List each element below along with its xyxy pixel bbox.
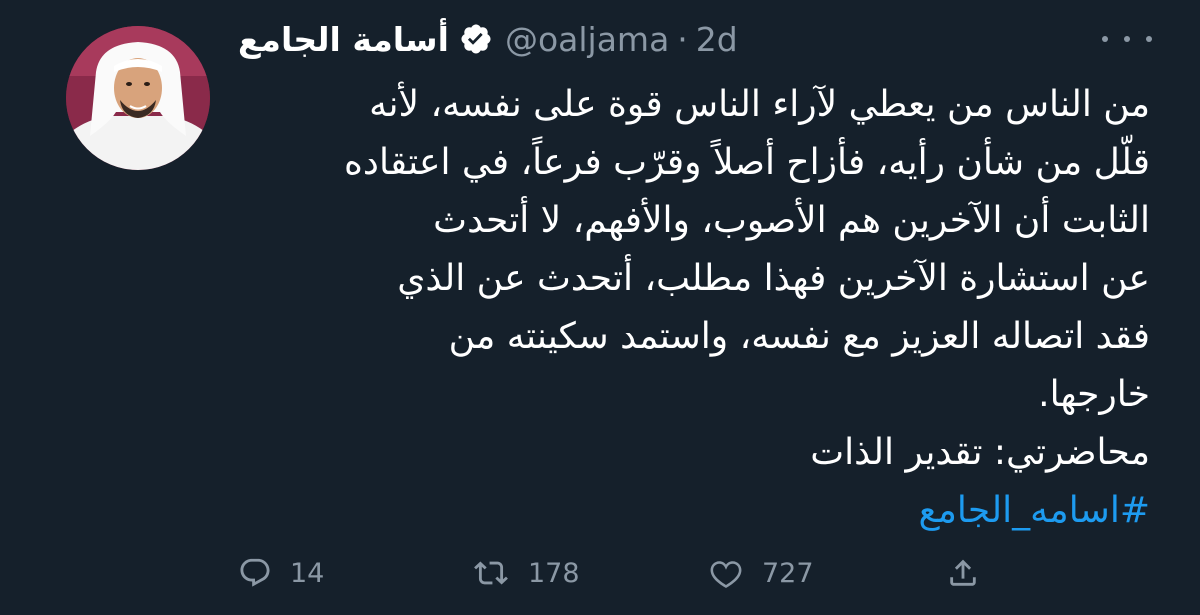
- reply-count: 14: [290, 557, 325, 589]
- reply-button[interactable]: 14: [238, 548, 324, 598]
- share-icon: [950, 559, 976, 586]
- retweet-button[interactable]: 178: [472, 548, 580, 598]
- tweet-actions: 14 178 727: [238, 548, 998, 598]
- retweet-count: 178: [528, 557, 580, 589]
- more-dot: [1146, 36, 1152, 42]
- hashtag-link[interactable]: #اسامه_الجامع: [918, 490, 1150, 531]
- heart-icon: [710, 561, 742, 589]
- more-options-icon[interactable]: [1102, 24, 1152, 54]
- tweet[interactable]: أسامة الجامع @oaljama · 2d من الناس من ي…: [0, 0, 1200, 615]
- avatar[interactable]: [66, 26, 210, 170]
- like-button[interactable]: 727: [708, 548, 814, 598]
- display-name[interactable]: أسامة الجامع: [238, 20, 449, 59]
- tweet-text-line: محاضرتي: تقدير الذات: [810, 432, 1150, 473]
- tweet-timestamp[interactable]: 2d: [696, 20, 738, 59]
- tweet-text: من الناس من يعطي لآراء الناس قوة على نفس…: [238, 76, 1150, 540]
- share-button[interactable]: [946, 548, 980, 598]
- more-dot: [1102, 36, 1108, 42]
- avatar-photo: [66, 26, 210, 170]
- verified-badge-icon: [459, 22, 493, 56]
- separator-dot: ·: [677, 19, 688, 59]
- tweet-text-line: من الناس من يعطي لآراء الناس قوة على نفس…: [369, 84, 1150, 125]
- retweet-icon: [474, 561, 508, 585]
- tweet-header: أسامة الجامع @oaljama · 2d: [238, 14, 738, 64]
- tweet-text-line: عن استشارة الآخرين فهذا مطلب، أتحدث عن ا…: [397, 258, 1150, 299]
- user-handle[interactable]: @oaljama: [505, 20, 669, 59]
- tweet-text-line: الثابت أن الآخرين هم الأصوب، والأفهم، لا…: [433, 200, 1150, 241]
- tweet-text-line: خارجها.: [1038, 374, 1150, 415]
- tweet-text-line: فقد اتصاله العزيز مع نفسه، واستمد سكينته…: [448, 316, 1150, 357]
- more-dot: [1124, 36, 1130, 42]
- reply-icon: [240, 558, 270, 587]
- tweet-text-line: قلّل من شأن رأيه، فأزاح أصلاً وقرّب فرعا…: [344, 142, 1150, 183]
- like-count: 727: [762, 557, 814, 589]
